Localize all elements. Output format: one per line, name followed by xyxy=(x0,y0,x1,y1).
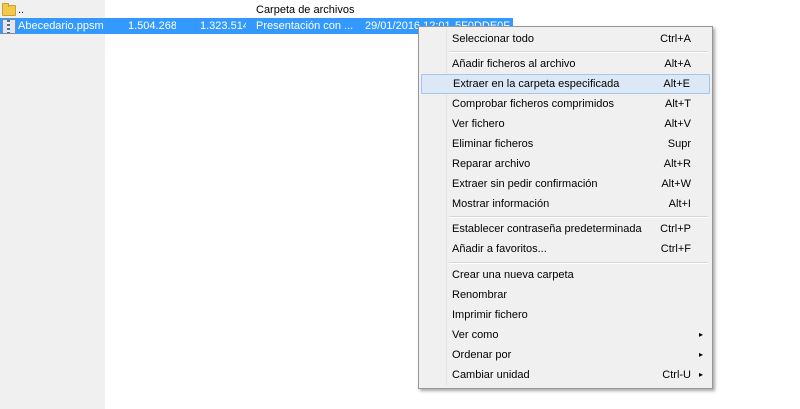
menu-item-label: Añadir ficheros al archivo xyxy=(452,58,576,70)
parent-folder-row[interactable]: .. Carpeta de archivos xyxy=(0,2,520,18)
menu-item-sort-by[interactable]: Ordenar por ▸ xyxy=(421,345,710,365)
menu-item-label: Eliminar ficheros xyxy=(452,138,534,150)
menu-item-label: Seleccionar todo xyxy=(452,33,534,45)
menu-item-label: Cambiar unidad xyxy=(452,369,530,381)
menu-item-add-files[interactable]: Añadir ficheros al archivo Alt+A xyxy=(421,54,710,74)
menu-item-extract-to-folder[interactable]: Extraer en la carpeta especificada Alt+E xyxy=(421,74,710,94)
submenu-arrow-icon: ▸ xyxy=(698,350,703,359)
menu-item-label: Reparar archivo xyxy=(452,158,531,170)
menu-item-shortcut: Ctrl+P xyxy=(660,223,691,235)
menu-separator xyxy=(449,262,708,264)
menu-item-repair-archive[interactable]: Reparar archivo Alt+R xyxy=(421,154,710,174)
menu-item-rename[interactable]: Renombrar xyxy=(421,285,710,305)
submenu-arrow-icon: ▸ xyxy=(698,370,703,379)
menu-item-shortcut: Alt+T xyxy=(665,98,691,110)
menu-item-show-info[interactable]: Mostrar información Alt+I xyxy=(421,194,710,214)
menu-item-print-file[interactable]: Imprimir fichero xyxy=(421,305,710,325)
archive-file-icon xyxy=(2,19,16,34)
menu-item-shortcut: Supr xyxy=(667,138,691,150)
menu-item-shortcut: Ctrl+F xyxy=(660,243,691,255)
menu-item-shortcut: Alt+E xyxy=(663,78,690,90)
menu-item-view-file[interactable]: Ver fichero Alt+V xyxy=(421,114,710,134)
menu-item-label: Comprobar ficheros comprimidos xyxy=(452,98,614,110)
file-type: Presentación con ... xyxy=(256,20,354,32)
menu-item-test-archive[interactable]: Comprobar ficheros comprimidos Alt+T xyxy=(421,94,710,114)
menu-item-extract-without-confirmation[interactable]: Extraer sin pedir confirmación Alt+W xyxy=(421,174,710,194)
parent-folder-name: .. xyxy=(18,4,25,16)
menu-item-label: Ver fichero xyxy=(452,118,505,130)
menu-item-label: Establecer contraseña predeterminada xyxy=(452,223,642,235)
folder-icon xyxy=(2,3,16,16)
menu-item-label: Añadir a favoritos... xyxy=(452,243,547,255)
menu-item-shortcut: Alt+A xyxy=(664,58,691,70)
parent-folder-type: Carpeta de archivos xyxy=(256,4,355,16)
menu-item-change-drive[interactable]: Cambiar unidad Ctrl-U ▸ xyxy=(421,365,710,385)
menu-item-create-folder[interactable]: Crear una nueva carpeta xyxy=(421,265,710,285)
menu-item-shortcut: Alt+W xyxy=(661,178,691,190)
menu-item-shortcut: Alt+R xyxy=(663,158,691,170)
file-name: Abecedario.ppsm xyxy=(18,20,104,32)
file-size: 1.504.268 xyxy=(128,20,176,32)
menu-item-add-to-favorites[interactable]: Añadir a favoritos... Ctrl+F xyxy=(421,239,710,259)
submenu-arrow-icon: ▸ xyxy=(698,330,703,339)
menu-item-label: Extraer sin pedir confirmación xyxy=(452,178,598,190)
menu-separator xyxy=(449,51,708,53)
menu-item-shortcut: Alt+I xyxy=(668,198,691,210)
menu-item-label: Extraer en la carpeta especificada xyxy=(453,78,620,90)
menu-separator xyxy=(449,216,708,218)
menu-item-label: Mostrar información xyxy=(452,198,550,210)
menu-item-view-as[interactable]: Ver como ▸ xyxy=(421,325,710,345)
menu-item-set-default-password[interactable]: Establecer contraseña predeterminada Ctr… xyxy=(421,219,710,239)
file-packed-size: 1.323.514 xyxy=(200,20,246,32)
menu-item-label: Ordenar por xyxy=(452,349,512,361)
menu-item-label: Imprimir fichero xyxy=(452,309,528,321)
menu-item-label: Renombrar xyxy=(452,289,508,301)
menu-item-label: Ver como xyxy=(452,329,499,341)
menu-item-select-all[interactable]: Seleccionar todo Ctrl+A xyxy=(421,29,710,49)
menu-item-shortcut: Ctrl-U xyxy=(662,369,691,381)
menu-item-shortcut: Ctrl+A xyxy=(660,33,691,45)
menu-item-label: Crear una nueva carpeta xyxy=(452,269,574,281)
context-menu: Seleccionar todo Ctrl+A Añadir ficheros … xyxy=(418,26,713,389)
menu-item-shortcut: Alt+V xyxy=(664,118,691,130)
menu-item-delete-files[interactable]: Eliminar ficheros Supr xyxy=(421,134,710,154)
